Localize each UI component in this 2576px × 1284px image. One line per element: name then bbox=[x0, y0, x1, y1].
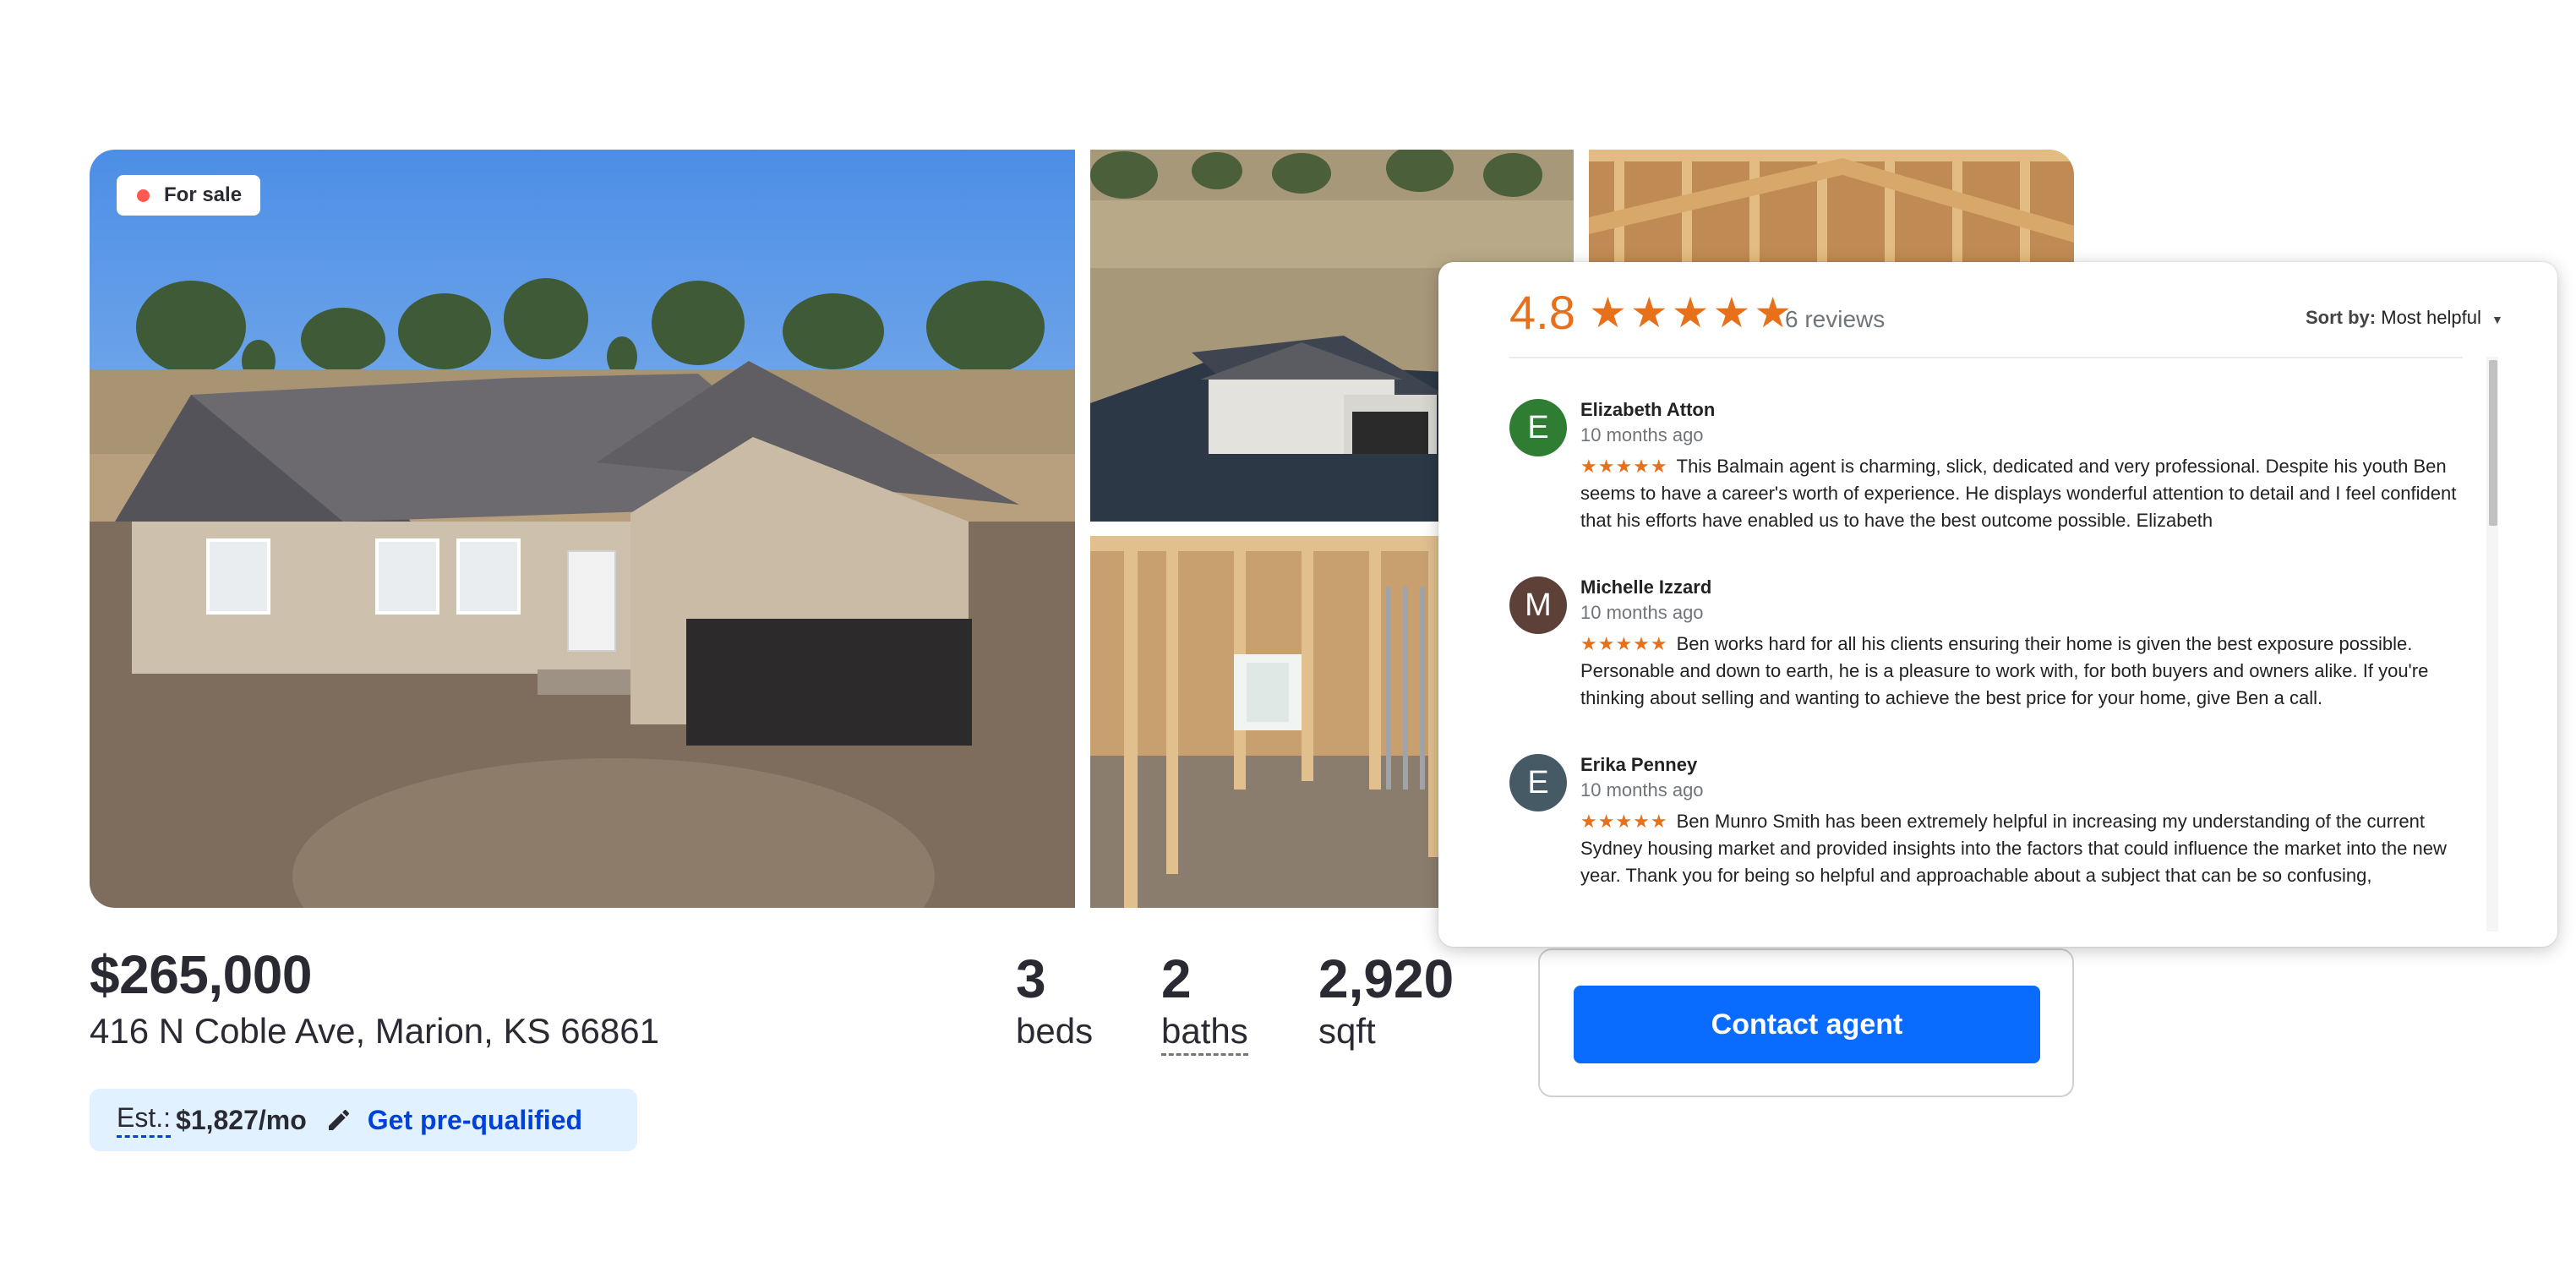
scrollbar-thumb[interactable] bbox=[2489, 360, 2497, 526]
baths-count: 2 bbox=[1161, 948, 1192, 1009]
for-sale-label: For sale bbox=[164, 183, 243, 206]
reviewer-name[interactable]: Michelle Izzard bbox=[1580, 575, 1711, 600]
sort-dropdown[interactable]: Sort by: Most helpful ▼ bbox=[2306, 303, 2503, 335]
reviewer-name[interactable]: Erika Penney bbox=[1580, 752, 1697, 778]
average-rating: 4.8 bbox=[1509, 286, 1575, 339]
get-prequalified-link[interactable]: Get pre-qualified bbox=[368, 1105, 582, 1136]
sqft-count: 2,920 bbox=[1318, 948, 1454, 1009]
review-date: 10 months ago bbox=[1580, 602, 1704, 623]
avatar[interactable]: E bbox=[1509, 754, 1567, 811]
baths-fact[interactable]: 2 baths bbox=[1161, 947, 1248, 1056]
listing-address: 416 N Coble Ave, Marion, KS 66861 bbox=[90, 1011, 659, 1051]
sqft-fact: 2,920 sqft bbox=[1318, 947, 1454, 1052]
review-date: 10 months ago bbox=[1580, 779, 1704, 800]
estimate-value: $1,827/mo bbox=[176, 1104, 307, 1135]
beds-fact: 3 beds bbox=[1016, 947, 1093, 1052]
avatar[interactable]: E bbox=[1509, 399, 1567, 456]
review-text: Ben Munro Smith has been extremely helpf… bbox=[1580, 811, 2447, 886]
sort-label: Sort by: bbox=[2306, 307, 2377, 328]
review-text: Ben works hard for all his clients ensur… bbox=[1580, 633, 2429, 708]
payment-estimate: Est.: $1,827/mo Get pre-qualified bbox=[90, 1089, 637, 1151]
review-stars-icon: ★★★★★ bbox=[1580, 811, 1668, 832]
review-date: 10 months ago bbox=[1580, 424, 1704, 445]
avatar[interactable]: M bbox=[1509, 576, 1567, 634]
review-body: ★★★★★ This Balmain agent is charming, sli… bbox=[1580, 453, 2486, 534]
estimate-label[interactable]: Est.: bbox=[117, 1102, 172, 1138]
reviews-panel: 4.8 ★★★★★ 6 reviews Sort by: Most helpfu… bbox=[1438, 262, 2557, 947]
beds-label: beds bbox=[1016, 1011, 1094, 1051]
sort-value: Most helpful bbox=[2381, 307, 2481, 328]
beds-count: 3 bbox=[1016, 948, 1046, 1009]
rating-stars-icon: ★★★★★ bbox=[1589, 289, 1796, 336]
pencil-icon[interactable] bbox=[325, 1106, 352, 1134]
review-stars-icon: ★★★★★ bbox=[1580, 456, 1668, 477]
sqft-label: sqft bbox=[1318, 1011, 1376, 1051]
status-dot-icon bbox=[137, 189, 150, 202]
contact-card: Contact agent bbox=[1538, 948, 2074, 1097]
main-house-photo[interactable]: For sale bbox=[90, 150, 1075, 908]
listing-page: For sale $265,000 416 N Coble Ave, Mario… bbox=[0, 0, 2576, 1284]
review-stars-icon: ★★★★★ bbox=[1580, 633, 1668, 654]
chevron-down-icon: ▼ bbox=[2491, 313, 2503, 326]
listing-price: $265,000 bbox=[90, 944, 312, 1005]
reviewer-name[interactable]: Elizabeth Atton bbox=[1580, 397, 1715, 423]
review-body: ★★★★★ Ben works hard for all his clients … bbox=[1580, 631, 2486, 712]
review-body: ★★★★★ Ben Munro Smith has been extremely … bbox=[1580, 808, 2486, 889]
for-sale-badge: For sale bbox=[117, 175, 261, 216]
review-text: This Balmain agent is charming, slick, d… bbox=[1580, 456, 2457, 531]
baths-label[interactable]: baths bbox=[1161, 1011, 1248, 1056]
review-count[interactable]: 6 reviews bbox=[1785, 296, 1885, 343]
divider bbox=[1509, 357, 2463, 358]
contact-agent-button[interactable]: Contact agent bbox=[1574, 986, 2040, 1063]
